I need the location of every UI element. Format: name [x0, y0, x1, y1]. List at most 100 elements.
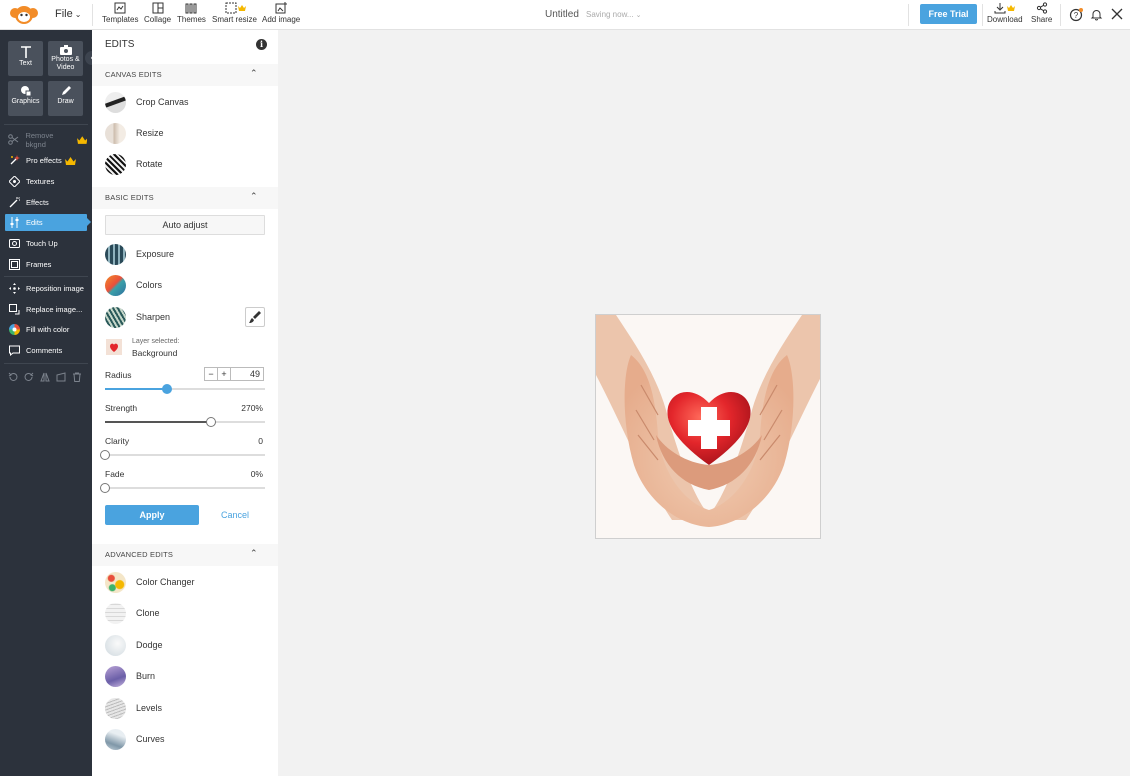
colors-thumbnail: [105, 274, 126, 296]
history-controls: [8, 372, 82, 382]
info-icon[interactable]: i: [256, 39, 267, 50]
photo-canvas[interactable]: [595, 314, 821, 539]
chevron-up-icon: ⌃: [250, 548, 258, 558]
radius-slider[interactable]: [105, 384, 265, 394]
rail-item-fill-with-color[interactable]: Fill with color: [5, 321, 87, 338]
saving-status[interactable]: Saving now... ⌄: [586, 10, 641, 19]
document-title[interactable]: Untitled: [545, 9, 579, 20]
section-basic-edits[interactable]: BASIC EDITS ⌃: [92, 187, 278, 209]
edit-item-dodge[interactable]: Dodge: [92, 630, 278, 660]
divider: [4, 276, 88, 277]
rail-item-effects[interactable]: Effects: [5, 194, 87, 211]
free-trial-button[interactable]: Free Trial: [920, 4, 977, 24]
section-advanced-edits[interactable]: ADVANCED EDITS ⌃: [92, 544, 278, 566]
share-button[interactable]: Share: [1031, 2, 1052, 24]
clarity-slider-handle[interactable]: [100, 450, 110, 460]
collage-button[interactable]: Collage: [144, 2, 171, 24]
brush-mode-button[interactable]: [245, 307, 265, 327]
flip-icon[interactable]: [40, 372, 50, 382]
bell-icon[interactable]: [1090, 8, 1103, 21]
add-image-icon: [275, 2, 288, 14]
chevron-up-icon: ⌃: [250, 68, 258, 78]
edit-item-burn[interactable]: Burn: [92, 661, 278, 691]
themes-button[interactable]: Themes: [177, 2, 206, 24]
edit-item-exposure[interactable]: Exposure: [92, 239, 278, 269]
graphics-button[interactable]: Graphics: [8, 81, 43, 116]
fade-value: 0%: [250, 469, 263, 479]
edit-item-label: Curves: [136, 734, 165, 744]
undo-icon[interactable]: [8, 372, 18, 382]
rail-item-touch-up[interactable]: Touch Up: [5, 235, 87, 252]
clarity-label: Clarity: [105, 436, 130, 446]
comment-icon: [8, 345, 20, 357]
crown-icon: [76, 135, 87, 144]
photos-video-button[interactable]: Photos & Video: [48, 41, 83, 76]
edit-item-label: Color Changer: [136, 577, 195, 587]
radius-increment-button[interactable]: +: [218, 367, 231, 381]
edit-item-curves[interactable]: Curves: [92, 724, 278, 754]
curves-thumbnail: [105, 728, 126, 750]
edit-item-label: Burn: [136, 671, 156, 681]
camera-icon: [59, 45, 72, 55]
edit-item-label: Sharpen: [136, 312, 171, 322]
edit-item-rotate[interactable]: Rotate: [92, 149, 278, 179]
edit-item-color-changer[interactable]: Color Changer: [92, 567, 278, 597]
rail-item-replace-image[interactable]: Replace image...: [5, 301, 87, 318]
radius-slider-handle[interactable]: [162, 384, 173, 394]
crown-icon: [64, 156, 76, 165]
rail-item-label: Replace image...: [26, 305, 83, 314]
file-menu-label: File: [55, 8, 73, 20]
templates-button[interactable]: Templates: [102, 2, 138, 24]
divider: [92, 4, 93, 26]
rail-item-textures[interactable]: Textures: [5, 173, 87, 190]
rail-item-comments[interactable]: Comments: [5, 342, 87, 359]
redo-icon[interactable]: [24, 372, 34, 382]
send-back-icon[interactable]: [56, 372, 66, 382]
radius-value-input[interactable]: 49: [231, 367, 264, 381]
edit-item-resize[interactable]: Resize: [92, 118, 278, 148]
clone-thumbnail: [105, 602, 126, 624]
textures-icon: [8, 176, 20, 188]
smart-resize-button[interactable]: Smart resize: [212, 2, 257, 24]
trash-icon[interactable]: [72, 372, 82, 382]
fade-slider-handle[interactable]: [100, 483, 110, 493]
rail-item-reposition-image[interactable]: Reposition image: [5, 280, 87, 297]
rail-item-pro-effects[interactable]: Pro effects: [5, 152, 87, 169]
section-canvas-edits[interactable]: CANVAS EDITS ⌃: [92, 64, 278, 86]
apply-button[interactable]: Apply: [105, 505, 199, 525]
strength-slider-handle[interactable]: [205, 417, 216, 427]
edits-panel: EDITS i CANVAS EDITS ⌃ Crop Canvas Resiz…: [92, 30, 278, 776]
color-changer-thumbnail: [105, 571, 126, 593]
cancel-button[interactable]: Cancel: [221, 510, 249, 520]
levels-thumbnail: [105, 697, 126, 719]
auto-adjust-button[interactable]: Auto adjust: [105, 215, 265, 235]
download-button[interactable]: Download: [987, 2, 1023, 24]
clarity-slider[interactable]: [100, 450, 265, 460]
replace-icon: [8, 304, 20, 316]
clarity-value: 0: [258, 436, 263, 446]
rail-item-label: Fill with color: [26, 325, 70, 334]
layer-selected-label: Layer selected:: [132, 338, 180, 345]
close-icon[interactable]: [1111, 8, 1123, 20]
edit-item-clone[interactable]: Clone: [92, 598, 278, 628]
dodge-thumbnail: [105, 634, 126, 656]
add-image-button[interactable]: Add image: [262, 2, 300, 24]
text-tool-button[interactable]: Text: [8, 41, 43, 76]
picmonkey-logo[interactable]: [9, 4, 39, 26]
file-menu[interactable]: File ⌄: [55, 8, 81, 20]
edit-item-colors[interactable]: Colors: [92, 270, 278, 300]
radius-slider-fill: [105, 388, 168, 390]
strength-value: 270%: [241, 403, 263, 413]
rail-item-edits[interactable]: Edits: [5, 214, 91, 231]
fade-slider[interactable]: [100, 483, 265, 493]
strength-slider[interactable]: [105, 417, 265, 427]
edit-item-label: Crop Canvas: [136, 97, 189, 107]
layer-name: Background: [132, 348, 178, 358]
help-icon[interactable]: ?: [1069, 7, 1085, 23]
edit-item-crop-canvas[interactable]: Crop Canvas: [92, 87, 278, 117]
rail-item-remove-bkgnd[interactable]: Remove bkgnd: [5, 131, 87, 149]
radius-decrement-button[interactable]: −: [204, 367, 218, 381]
rail-item-frames[interactable]: Frames: [5, 256, 87, 273]
draw-button[interactable]: Draw: [48, 81, 83, 116]
edit-item-levels[interactable]: Levels: [92, 693, 278, 723]
